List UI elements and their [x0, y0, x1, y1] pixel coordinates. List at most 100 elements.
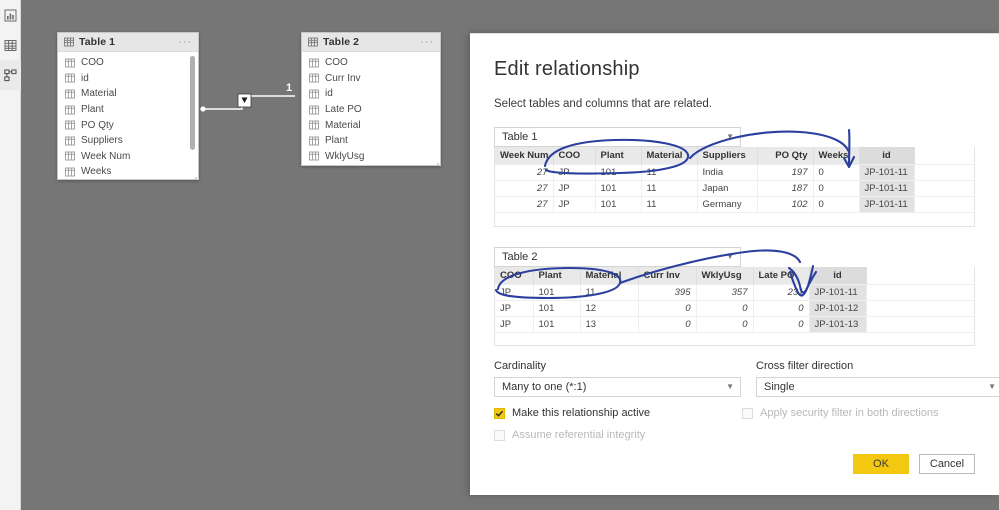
- field-item[interactable]: Material: [58, 86, 198, 102]
- column-header[interactable]: COO: [495, 266, 534, 284]
- table1-select[interactable]: Table 1 ▼: [494, 127, 741, 147]
- column-header-selected[interactable]: id: [809, 266, 867, 284]
- table-card-table1[interactable]: Table 1 ··· COO id Material Plant PO Qty…: [57, 32, 199, 180]
- referential-integrity-checkbox-row: Assume referential integrity: [494, 429, 727, 441]
- field-item[interactable]: Plant: [58, 102, 198, 118]
- security-filter-checkbox-row: Apply security filter in both directions: [742, 407, 975, 419]
- chevron-down-icon: ▼: [726, 132, 734, 141]
- model-view-icon[interactable]: [0, 60, 21, 90]
- cell: 102: [757, 196, 814, 213]
- edit-relationship-dialog: Edit relationship Select tables and colu…: [470, 33, 999, 495]
- cross-filter-select[interactable]: Single ▼: [756, 377, 999, 397]
- checkbox-checked-icon[interactable]: [494, 407, 505, 419]
- grid-filler: [914, 147, 974, 165]
- column-header[interactable]: WklyUsg: [696, 266, 754, 284]
- field-label: Plant: [325, 135, 348, 147]
- table2-preview-grid[interactable]: COO Plant Material Curr Inv WklyUsg Late…: [494, 266, 975, 346]
- column-header[interactable]: Material: [580, 266, 639, 284]
- cell: 13: [580, 315, 639, 332]
- field-label: WklyUsg: [325, 150, 365, 162]
- relationship-connector[interactable]: 1: [195, 80, 310, 125]
- cancel-button[interactable]: Cancel: [919, 454, 975, 474]
- cell: 0: [813, 196, 860, 213]
- table1-select-value: Table 1: [502, 131, 538, 143]
- column-header[interactable]: Week Num: [495, 147, 554, 165]
- cell: 0: [696, 299, 754, 316]
- field-label: Week Num: [81, 150, 131, 162]
- cell: 27: [495, 180, 554, 197]
- field-label: id: [81, 72, 89, 84]
- field-item[interactable]: COO: [302, 55, 440, 71]
- table-row[interactable]: 27 JP 101 11 Germany 102 0 JP-101-11: [495, 196, 974, 213]
- column-header[interactable]: Plant: [533, 266, 581, 284]
- column-header[interactable]: PO Qty: [757, 147, 814, 165]
- column-header[interactable]: Plant: [595, 147, 642, 165]
- cell: 0: [638, 315, 697, 332]
- cell: JP: [553, 164, 596, 181]
- table-card-table2[interactable]: Table 2 ··· COO Curr Inv id Late PO Mate…: [301, 32, 441, 166]
- cardinality-value: Many to one (*:1): [502, 381, 587, 393]
- resize-handle[interactable]: [190, 171, 198, 179]
- field-item[interactable]: WklyUsg: [302, 149, 440, 165]
- cell: 27: [495, 164, 554, 181]
- cell: 0: [813, 164, 860, 181]
- grid-filler: [866, 283, 974, 300]
- field-item[interactable]: Week Num: [58, 149, 198, 165]
- field-item[interactable]: Curr Inv: [302, 71, 440, 87]
- table-row[interactable]: JP 101 12 0 0 0 JP-101-12: [495, 299, 974, 316]
- cell: JP: [553, 196, 596, 213]
- table-row[interactable]: 27 JP 101 11 Japan 187 0 JP-101-11: [495, 180, 974, 197]
- field-item[interactable]: Late PO: [302, 102, 440, 118]
- field-item[interactable]: Plant: [302, 133, 440, 149]
- column-icon: [65, 105, 75, 115]
- table-card-header[interactable]: Table 1 ···: [58, 33, 198, 52]
- column-icon: [65, 73, 75, 83]
- column-header[interactable]: Weeks: [813, 147, 860, 165]
- column-icon: [65, 58, 75, 68]
- field-item[interactable]: PO Qty: [58, 117, 198, 133]
- cell: 11: [641, 180, 698, 197]
- field-item[interactable]: Suppliers: [58, 133, 198, 149]
- column-header[interactable]: Suppliers: [697, 147, 758, 165]
- chevron-down-icon: ▼: [726, 382, 734, 391]
- cell: JP: [495, 283, 534, 300]
- table1-preview-grid[interactable]: Week Num COO Plant Material Suppliers PO…: [494, 147, 975, 227]
- table-card-header[interactable]: Table 2 ···: [302, 33, 440, 52]
- table-row[interactable]: JP 101 11 395 357 231 JP-101-11: [495, 283, 974, 300]
- cell-selected: JP-101-11: [809, 283, 867, 300]
- cell: 101: [533, 315, 581, 332]
- column-icon: [65, 136, 75, 146]
- view-rail: [0, 0, 21, 510]
- table2-select-value: Table 2: [502, 250, 538, 263]
- table-card-field-list: COO id Material Plant PO Qty Suppliers W…: [58, 52, 198, 179]
- report-view-icon[interactable]: [0, 0, 21, 30]
- dialog-subtitle: Select tables and columns that are relat…: [494, 98, 712, 110]
- grid-filler: [914, 180, 974, 197]
- field-item[interactable]: Material: [302, 117, 440, 133]
- table-row[interactable]: 27 JP 101 11 India 197 0 JP-101-11: [495, 164, 974, 181]
- cardinality-label: Cardinality: [494, 360, 546, 372]
- column-icon: [65, 167, 75, 177]
- column-header[interactable]: Curr Inv: [638, 266, 697, 284]
- column-header-selected[interactable]: id: [859, 147, 915, 165]
- cell: 395: [638, 283, 697, 300]
- table-card-menu-icon[interactable]: ···: [178, 36, 192, 48]
- field-item[interactable]: id: [58, 71, 198, 87]
- ok-button[interactable]: OK: [853, 454, 909, 474]
- make-active-checkbox-row[interactable]: Make this relationship active: [494, 407, 727, 419]
- field-item[interactable]: id: [302, 86, 440, 102]
- cardinality-select[interactable]: Many to one (*:1) ▼: [494, 377, 741, 397]
- table-row[interactable]: JP 101 13 0 0 0 JP-101-13: [495, 315, 974, 332]
- column-header[interactable]: COO: [553, 147, 596, 165]
- column-header[interactable]: Material: [641, 147, 698, 165]
- field-item[interactable]: Weeks: [58, 164, 198, 179]
- table-row-blank: [495, 212, 974, 226]
- column-header[interactable]: Late PO: [753, 266, 810, 284]
- cell-selected: JP-101-13: [809, 315, 867, 332]
- checkbox-unchecked-icon: [742, 407, 753, 419]
- resize-handle[interactable]: [432, 157, 440, 165]
- field-item[interactable]: COO: [58, 55, 198, 71]
- table-card-menu-icon[interactable]: ···: [420, 36, 434, 48]
- table2-select[interactable]: Table 2 ▼: [494, 246, 741, 267]
- data-view-icon[interactable]: [0, 30, 21, 60]
